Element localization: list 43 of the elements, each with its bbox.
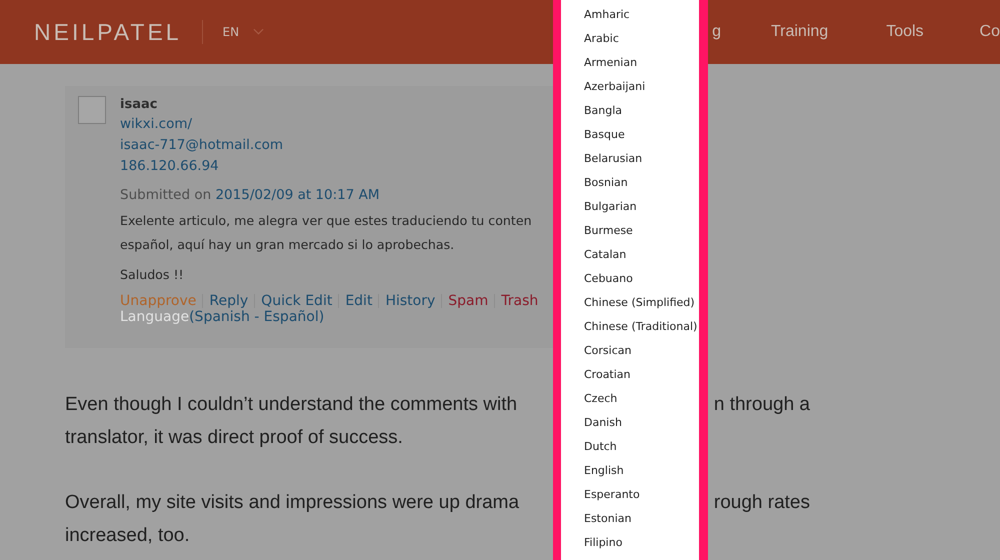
- comment-text: español, aquí hay un gran mercado si lo aprobechas.: [120, 236, 456, 254]
- chevron-down-icon[interactable]: [253, 28, 264, 36]
- dropdown-option[interactable]: Cebuano: [584, 267, 699, 291]
- article-text: translator, it was direct proof of success.: [65, 426, 403, 450]
- dropdown-option[interactable]: Arabic: [584, 27, 699, 51]
- language-selector[interactable]: EN: [222, 25, 240, 39]
- nav-link[interactable]: Co: [980, 23, 1000, 41]
- nav-link[interactable]: Tools: [886, 23, 924, 41]
- language-label: Language: [120, 309, 190, 325]
- avatar-placeholder: [78, 96, 106, 124]
- comment-text: Exelente articulo, me alegra ver que estes traduciendo tu conten: [120, 212, 533, 230]
- dropdown-option[interactable]: Bosnian: [584, 171, 699, 195]
- dropdown-option[interactable]: Amharic: [584, 3, 699, 27]
- article-text: Overall, my site visits and impressions were up drama: [65, 491, 520, 515]
- submitted-date: Submitted on 2015/02/09 at 10:17 AM: [120, 186, 381, 205]
- nav-link[interactable]: g: [712, 23, 721, 41]
- dropdown-option[interactable]: Chinese (Simplified): [584, 291, 699, 315]
- article-text: increased, too.: [65, 524, 190, 548]
- comment-author: isaac: [120, 96, 158, 114]
- dropdown-option[interactable]: Catalan: [584, 243, 699, 267]
- dropdown-option[interactable]: Dutch: [584, 435, 699, 459]
- dropdown-option[interactable]: Czech: [584, 387, 699, 411]
- dropdown-option[interactable]: Corsican: [584, 339, 699, 363]
- article-text: n through a: [714, 393, 810, 417]
- dropdown-option[interactable]: Estonian: [584, 507, 699, 531]
- article-text: Even though I couldn’t understand the comments with: [65, 393, 518, 417]
- dropdown-option[interactable]: Filipino: [584, 531, 699, 555]
- dropdown-option[interactable]: Esperanto: [584, 483, 699, 507]
- dropdown-option[interactable]: Belarusian: [584, 147, 699, 171]
- dropdown-option[interactable]: Bulgarian: [584, 195, 699, 219]
- dropdown-option[interactable]: Armenian: [584, 51, 699, 75]
- nav-link[interactable]: Training: [770, 23, 828, 41]
- dropdown-option[interactable]: Chinese (Traditional): [584, 315, 699, 339]
- dropdown-option[interactable]: Burmese: [584, 219, 699, 243]
- article-text: rough rates: [714, 491, 810, 515]
- comment-text: Saludos !!: [120, 266, 185, 284]
- dropdown-option[interactable]: Danish: [584, 411, 699, 435]
- site-logo[interactable]: NEILPATEL: [34, 18, 182, 46]
- dropdown-option[interactable]: Basque: [584, 123, 699, 147]
- dropdown-option[interactable]: English: [584, 459, 699, 483]
- dropdown-option[interactable]: Azerbaijani: [584, 75, 699, 99]
- dropdown-option[interactable]: Croatian: [584, 363, 699, 387]
- dropdown-option[interactable]: Bangla: [584, 99, 699, 123]
